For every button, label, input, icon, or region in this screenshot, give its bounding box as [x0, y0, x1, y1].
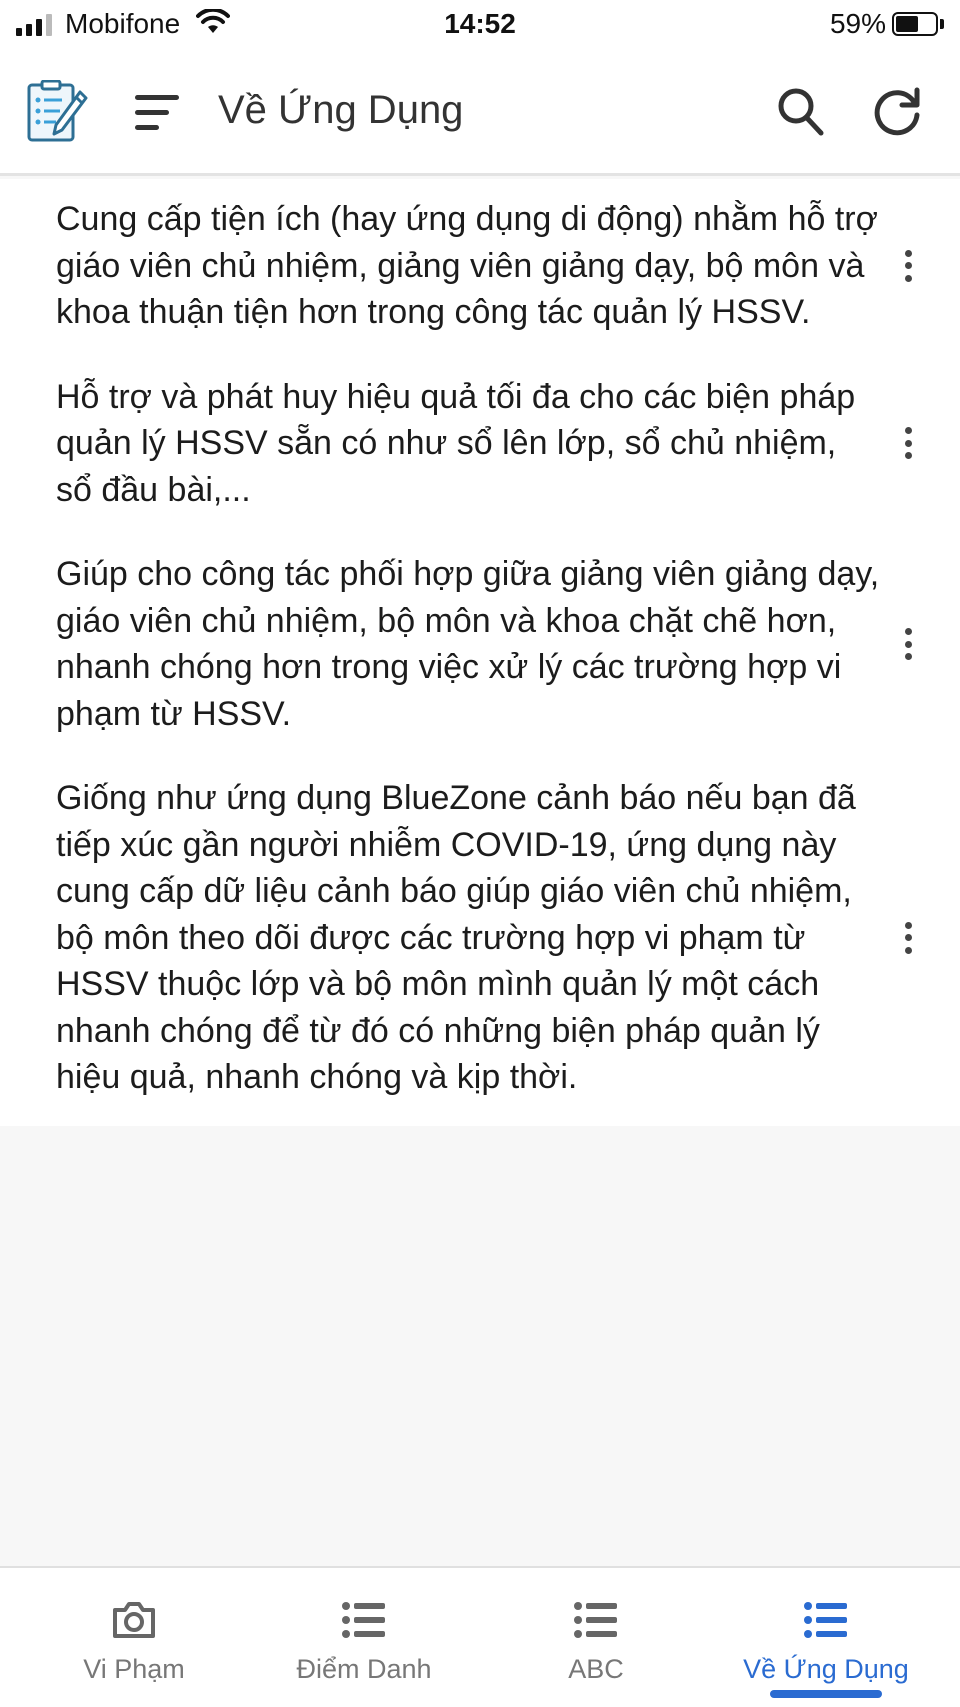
list-item: Cung cấp tiện ích (hay ứng dụng di động)… — [0, 196, 960, 336]
checklist-document-icon[interactable] — [26, 80, 88, 144]
more-options-icon[interactable] — [896, 918, 920, 958]
active-tab-indicator — [770, 1690, 882, 1698]
more-options-icon[interactable] — [896, 246, 920, 286]
paragraph-text: Giống như ứng dụng BlueZone cảnh báo nếu… — [56, 779, 856, 1096]
list-icon — [804, 1602, 847, 1638]
search-icon[interactable] — [776, 86, 826, 138]
status-bar: Mobifone 14:52 59% — [0, 0, 960, 50]
list-item: Giúp cho công tác phối hợp giữa giảng vi… — [0, 551, 960, 737]
tab-label: Về Ứng Dụng — [743, 1654, 909, 1684]
about-content: Cung cấp tiện ích (hay ứng dụng di động)… — [0, 179, 960, 1126]
list-icon — [342, 1602, 385, 1638]
status-time: 14:52 — [444, 8, 516, 39]
sort-menu-icon[interactable] — [135, 95, 179, 131]
more-options-icon[interactable] — [896, 423, 920, 463]
refresh-icon[interactable] — [870, 84, 924, 138]
app-header: Về Ứng Dụng — [0, 50, 960, 176]
tab-label: ABC — [568, 1654, 624, 1684]
tab-label: Vi Phạm — [83, 1654, 185, 1684]
tab-abc[interactable]: ABC — [476, 1568, 716, 1707]
paragraph-text: Cung cấp tiện ích (hay ứng dụng di động)… — [56, 200, 878, 331]
battery-level — [896, 16, 919, 32]
tab-vi-pham[interactable]: Vi Phạm — [14, 1568, 254, 1707]
more-options-icon[interactable] — [896, 624, 920, 664]
list-item: Giống như ứng dụng BlueZone cảnh báo nếu… — [0, 775, 960, 1101]
tab-ve-ung-dung[interactable]: Về Ứng Dụng — [706, 1568, 946, 1707]
battery-percentage: 59% — [829, 8, 886, 39]
paragraph-text: Giúp cho công tác phối hợp giữa giảng vi… — [56, 555, 880, 733]
camera-icon — [113, 1602, 155, 1638]
paragraph-text: Hỗ trợ và phát huy hiệu quả tối đa cho c… — [56, 377, 856, 509]
tab-diem-danh[interactable]: Điểm Danh — [244, 1568, 484, 1707]
battery-cap — [940, 19, 944, 29]
list-item: Hỗ trợ và phát huy hiệu quả tối đa cho c… — [0, 374, 960, 514]
page-title: Về Ứng Dụng — [218, 88, 464, 132]
bottom-tab-bar: Vi Phạm Điểm Danh ABC Về Ứng Dụng — [0, 1566, 960, 1707]
tab-label: Điểm Danh — [296, 1654, 432, 1684]
battery-icon — [892, 12, 938, 36]
list-icon — [574, 1602, 617, 1638]
